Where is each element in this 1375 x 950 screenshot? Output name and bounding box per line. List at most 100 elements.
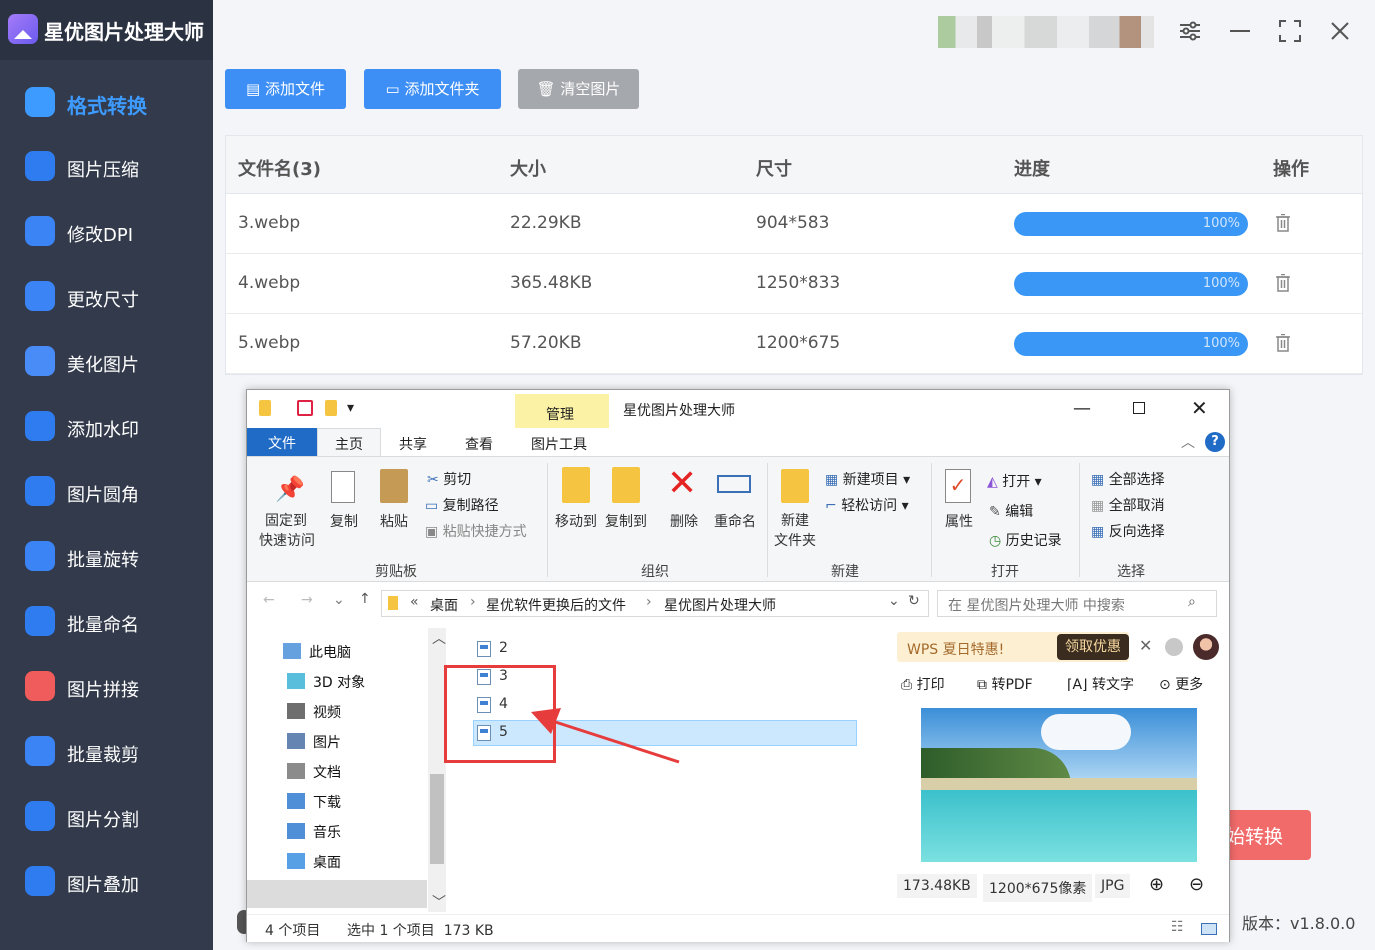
address-dropdown-icon[interactable]: ⌄ <box>888 593 900 609</box>
select-all-button[interactable]: ▦ 全部选择 <box>1091 469 1165 489</box>
refresh-icon[interactable]: ↻ <box>908 593 920 609</box>
shield-icon[interactable] <box>1165 638 1183 656</box>
sidebar-item-3[interactable]: 修改DPI <box>0 203 213 263</box>
up-arrow-icon[interactable]: ↑ <box>359 591 371 607</box>
explorer-close-icon[interactable]: ✕ <box>1191 396 1208 420</box>
paste-shortcut-button[interactable]: ▣ 粘贴快捷方式 <box>425 521 527 541</box>
more-dots-icon: ⊙ <box>1159 677 1176 693</box>
delete-button[interactable]: ✕ 删除 <box>663 463 705 547</box>
sidebar-item-12[interactable]: 图片分割 <box>0 788 213 848</box>
wps-ad-banner[interactable]: WPS 夏日特惠! 领取优惠 <box>897 632 1129 662</box>
open-button[interactable]: ◭ 打开 ▾ <box>987 471 1042 491</box>
select-none-icon: ▦ <box>1091 498 1109 514</box>
preview-file-size: 173.48KB <box>897 874 977 898</box>
sidebar-item-4[interactable]: 更改尺寸 <box>0 268 213 328</box>
3d-objects-icon <box>287 673 305 689</box>
edit-button[interactable]: ✎ 编辑 <box>989 501 1033 521</box>
pin-quick-access-button[interactable]: 📌 固定到 快速访问 <box>259 467 315 549</box>
clear-images-button[interactable]: 🗑 清空图片 <box>518 69 639 109</box>
help-icon[interactable]: ? <box>1205 432 1225 452</box>
new-folder-button[interactable]: 新建 文件夹 <box>771 467 819 549</box>
avatar[interactable] <box>1193 634 1219 660</box>
collapse-ribbon-icon[interactable]: ︿ <box>1181 432 1195 452</box>
cut-button[interactable]: ✂ 剪切 <box>427 469 471 489</box>
search-box[interactable]: 在 星优图片处理大师 中搜索 ⌕ <box>937 590 1217 617</box>
tab-picture-tools[interactable]: 图片工具 <box>531 434 587 454</box>
sidebar-item-6[interactable]: 添加水印 <box>0 398 213 458</box>
maximize-icon[interactable] <box>1276 17 1304 45</box>
details-view-icon[interactable]: ☷ <box>1171 919 1184 935</box>
sidebar-item-5[interactable]: 美化图片 <box>0 333 213 393</box>
header-size: 大小 <box>510 159 546 180</box>
scroll-up-icon[interactable]: ︿ <box>432 628 446 648</box>
properties-check-icon[interactable] <box>297 400 313 416</box>
sidebar-item-1[interactable]: 格式转换 <box>0 74 213 134</box>
sidebar-item-10[interactable]: 图片拼接 <box>0 658 213 718</box>
move-to-button[interactable]: 移动到 <box>553 467 599 547</box>
copy-to-button[interactable]: 复制到 <box>603 467 649 547</box>
settings-sliders-icon[interactable] <box>1176 17 1204 45</box>
new-item-button[interactable]: ▦ 新建项目 ▾ <box>825 469 910 489</box>
manage-context-tab[interactable]: 管理 <box>515 394 609 428</box>
paste-button[interactable]: 粘贴 <box>375 467 413 537</box>
address-bar[interactable]: « 桌面 › 星优软件更换后的文件 › 星优图片处理大师 ⌄ ↻ <box>381 590 929 617</box>
new-folder-icon[interactable] <box>325 400 337 416</box>
copy-button[interactable]: 复制 <box>325 467 363 537</box>
selected-tree-highlight <box>247 880 427 908</box>
minimize-icon[interactable] <box>1226 17 1254 45</box>
rename-button[interactable]: 重命名 <box>711 467 759 547</box>
forward-arrow-icon[interactable]: → <box>301 592 313 608</box>
file-item[interactable]: 2 <box>477 636 857 662</box>
tab-file[interactable]: 文件 <box>247 428 317 456</box>
organize-group-label: 组织 <box>641 564 669 580</box>
invert-selection-button[interactable]: ▦ 反向选择 <box>1091 521 1165 541</box>
sidebar-item-9[interactable]: 批量命名 <box>0 593 213 653</box>
history-button[interactable]: ◷ 历史记录 <box>989 530 1062 550</box>
large-icons-view-icon[interactable] <box>1201 923 1217 935</box>
search-icon[interactable]: ⌕ <box>1188 594 1196 610</box>
sidebar-item-13[interactable]: 图片叠加 <box>0 853 213 913</box>
sidebar-item-11[interactable]: 批量裁剪 <box>0 723 213 783</box>
back-arrow-icon[interactable]: ← <box>263 592 275 608</box>
trash-icon: 🗑 <box>536 80 561 98</box>
tab-view[interactable]: 查看 <box>465 434 493 454</box>
add-file-button[interactable]: ▤ 添加文件 <box>225 69 346 109</box>
header-progress: 进度 <box>1014 159 1050 180</box>
sidebar-item-label: 添加水印 <box>67 420 139 441</box>
print-button[interactable]: ⎙ 打印 <box>901 674 945 694</box>
add-folder-button[interactable]: ▭ 添加文件夹 <box>364 69 501 109</box>
user-avatar-blurred[interactable] <box>938 16 1154 48</box>
delete-row-trash-icon[interactable] <box>1276 213 1290 232</box>
select-none-button[interactable]: ▦ 全部取消 <box>1091 495 1165 515</box>
breadcrumb-folder[interactable]: 星优软件更换后的文件 <box>486 595 626 615</box>
sidebar-item-7[interactable]: 图片圆角 <box>0 463 213 523</box>
sidebar-item-8[interactable]: 批量旋转 <box>0 528 213 588</box>
sidebar-item-2[interactable]: 图片压缩 <box>0 138 213 198</box>
quick-access-dropdown-icon[interactable]: ▾ <box>347 400 354 416</box>
to-text-button[interactable]: ⌈A⌋ 转文字 <box>1067 674 1134 694</box>
scroll-thumb[interactable] <box>430 774 444 864</box>
zoom-out-icon[interactable]: ⊖ <box>1189 874 1204 895</box>
zoom-in-icon[interactable]: ⊕ <box>1149 874 1164 895</box>
more-button[interactable]: ⊙ 更多 <box>1159 674 1203 694</box>
navigation-bar: ← → ⌄ ↑ « 桌面 › 星优软件更换后的文件 › 星优图片处理大师 ⌄ ↻… <box>247 586 1229 620</box>
clipboard-group-label: 剪贴板 <box>375 564 417 580</box>
explorer-minimize-icon[interactable]: — <box>1073 398 1091 419</box>
file-explorer-window[interactable]: ▾ 管理 星优图片处理大师 — ✕ 文件 主页 共享 查看 图片工具 ︿ ? 📌… <box>246 389 1230 942</box>
breadcrumb-desktop[interactable]: 桌面 <box>430 595 458 615</box>
tab-home[interactable]: 主页 <box>317 428 381 457</box>
ad-close-icon[interactable]: ✕ <box>1139 636 1152 655</box>
close-icon[interactable] <box>1326 17 1354 45</box>
recent-dropdown-icon[interactable]: ⌄ <box>333 592 345 608</box>
explorer-maximize-icon[interactable] <box>1133 402 1145 414</box>
tab-share[interactable]: 共享 <box>399 434 427 454</box>
breadcrumb-current[interactable]: 星优图片处理大师 <box>664 595 776 615</box>
copy-path-button[interactable]: ▭ 复制路径 <box>425 495 499 515</box>
to-pdf-button[interactable]: ⧉ 转PDF <box>977 674 1033 694</box>
scroll-down-icon[interactable]: ﹀ <box>432 892 446 912</box>
easy-access-button[interactable]: ⌐ 轻松访问 ▾ <box>825 495 909 515</box>
delete-row-trash-icon[interactable] <box>1276 273 1290 292</box>
delete-row-trash-icon[interactable] <box>1276 333 1290 352</box>
ad-claim-button[interactable]: 领取优惠 <box>1057 634 1129 660</box>
properties-button[interactable]: ✓ 属性 <box>939 467 979 547</box>
